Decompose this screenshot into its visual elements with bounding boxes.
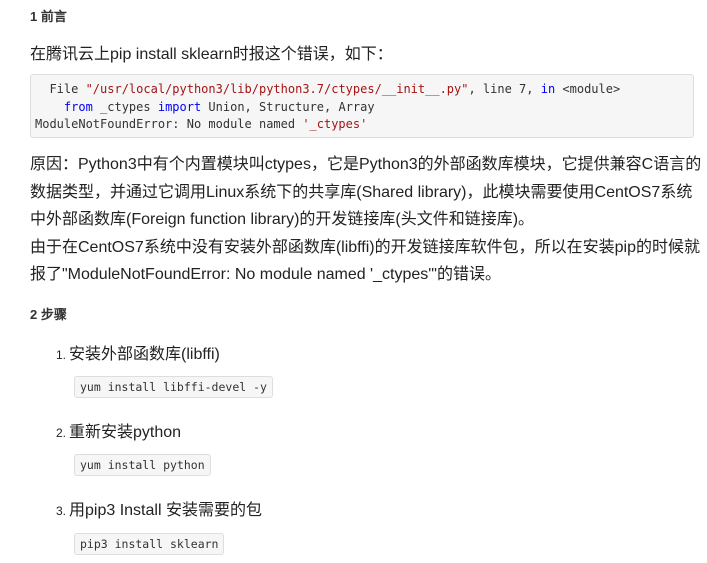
code-keyword: from <box>63 99 93 114</box>
reason-paragraph: 原因：Python3中有个内置模块叫ctypes，它是Python3的外部函数库… <box>30 156 702 228</box>
code-token: _ctypes <box>92 99 158 114</box>
step-number: 2. <box>56 426 67 440</box>
cause-paragraph: 由于在CentOS7系统中没有安装外部函数库(libffi)的开发链接库软件包，… <box>30 238 700 284</box>
step-label: 安装外部函数库(libffi) <box>69 346 220 363</box>
command-python: yum install python <box>74 454 211 476</box>
section-heading-preface: 1 前言 <box>30 9 67 24</box>
step-3: 3. 用pip3 Install 安装需要的包 <box>56 496 262 520</box>
step-label: 用pip3 Install 安装需要的包 <box>69 502 262 519</box>
article: 1 前言 在腾讯云上pip install sklearn时报这个错误，如下： … <box>0 0 707 563</box>
code-line-1: File "/usr/local/python3/lib/python3.7/c… <box>35 81 689 99</box>
code-keyword: import <box>157 99 202 114</box>
section-heading-steps: 2 步骤 <box>30 307 67 322</box>
step-number: 1. <box>56 348 67 362</box>
step-number: 3. <box>56 504 67 518</box>
intro-text: 在腾讯云上pip install sklearn时报这个错误，如下： <box>30 46 393 63</box>
code-token: <module> <box>555 82 621 96</box>
explanation: 原因：Python3中有个内置模块叫ctypes，它是Python3的外部函数库… <box>30 151 705 289</box>
step-1: 1. 安装外部函数库(libffi) <box>56 340 220 364</box>
command-libffi: yum install libffi-devel -y <box>74 376 273 398</box>
code-keyword: in <box>540 82 556 96</box>
code-token: Union, Structure, Array <box>201 99 375 114</box>
step-label: 重新安装python <box>69 424 182 441</box>
code-string: "/usr/local/python3/lib/python3.7/ctypes… <box>85 82 469 96</box>
step-2: 2. 重新安装python <box>56 418 181 442</box>
code-token: File <box>35 82 86 96</box>
command-sklearn: pip3 install sklearn <box>74 533 225 555</box>
code-token: , line 7, <box>468 82 541 96</box>
code-token: ModuleNotFoundError: No module named <box>35 117 303 131</box>
code-string: '_ctypes' <box>302 117 368 131</box>
error-code-block: File "/usr/local/python3/lib/python3.7/c… <box>30 74 694 138</box>
code-line-3: ModuleNotFoundError: No module named '_c… <box>35 116 689 134</box>
code-line-2: from _ctypes import Union, Structure, Ar… <box>35 99 689 117</box>
